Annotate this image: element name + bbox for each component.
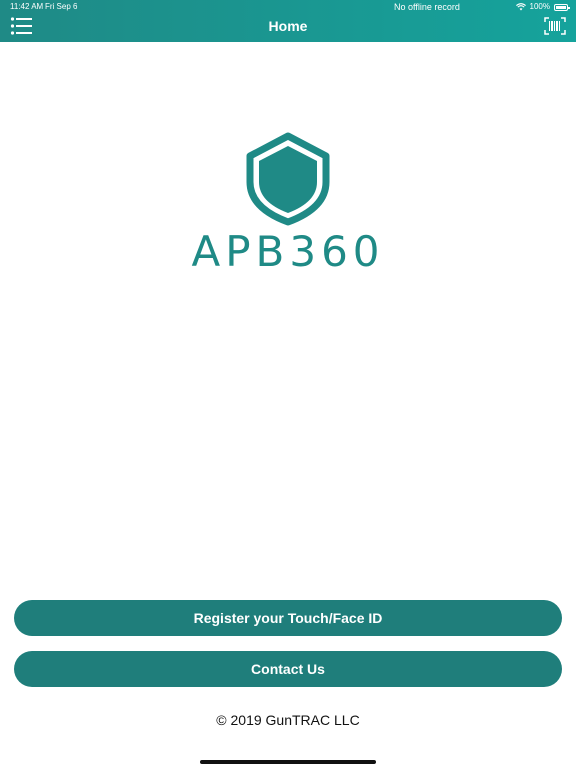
battery-icon — [554, 3, 570, 11]
barcode-scan-icon — [544, 17, 566, 35]
home-screen: 11:42 AM Fri Sep 6 No offline record 100… — [0, 0, 576, 768]
status-right-group: 100% — [515, 0, 570, 14]
page-title: Home — [268, 18, 308, 34]
home-indicator[interactable] — [200, 760, 376, 764]
status-date: Fri Sep 6 — [45, 2, 78, 11]
logo-wordmark: APB360 — [191, 227, 384, 272]
status-time: 11:42 AM — [10, 2, 44, 11]
scan-button[interactable] — [544, 17, 566, 35]
status-bar: 11:42 AM Fri Sep 6 No offline record 100… — [0, 0, 576, 14]
contact-us-button[interactable]: Contact Us — [14, 651, 562, 687]
offline-status-text: No offline record — [394, 2, 460, 12]
copyright-text: © 2019 GunTRAC LLC — [216, 712, 360, 728]
apb360-logo: APB360 — [190, 132, 386, 276]
wifi-icon — [515, 3, 526, 11]
battery-percent: 100% — [529, 2, 550, 11]
register-touch-face-id-button[interactable]: Register your Touch/Face ID — [14, 600, 562, 636]
top-bar: 11:42 AM Fri Sep 6 No offline record 100… — [0, 0, 576, 42]
shield-icon — [246, 132, 330, 226]
